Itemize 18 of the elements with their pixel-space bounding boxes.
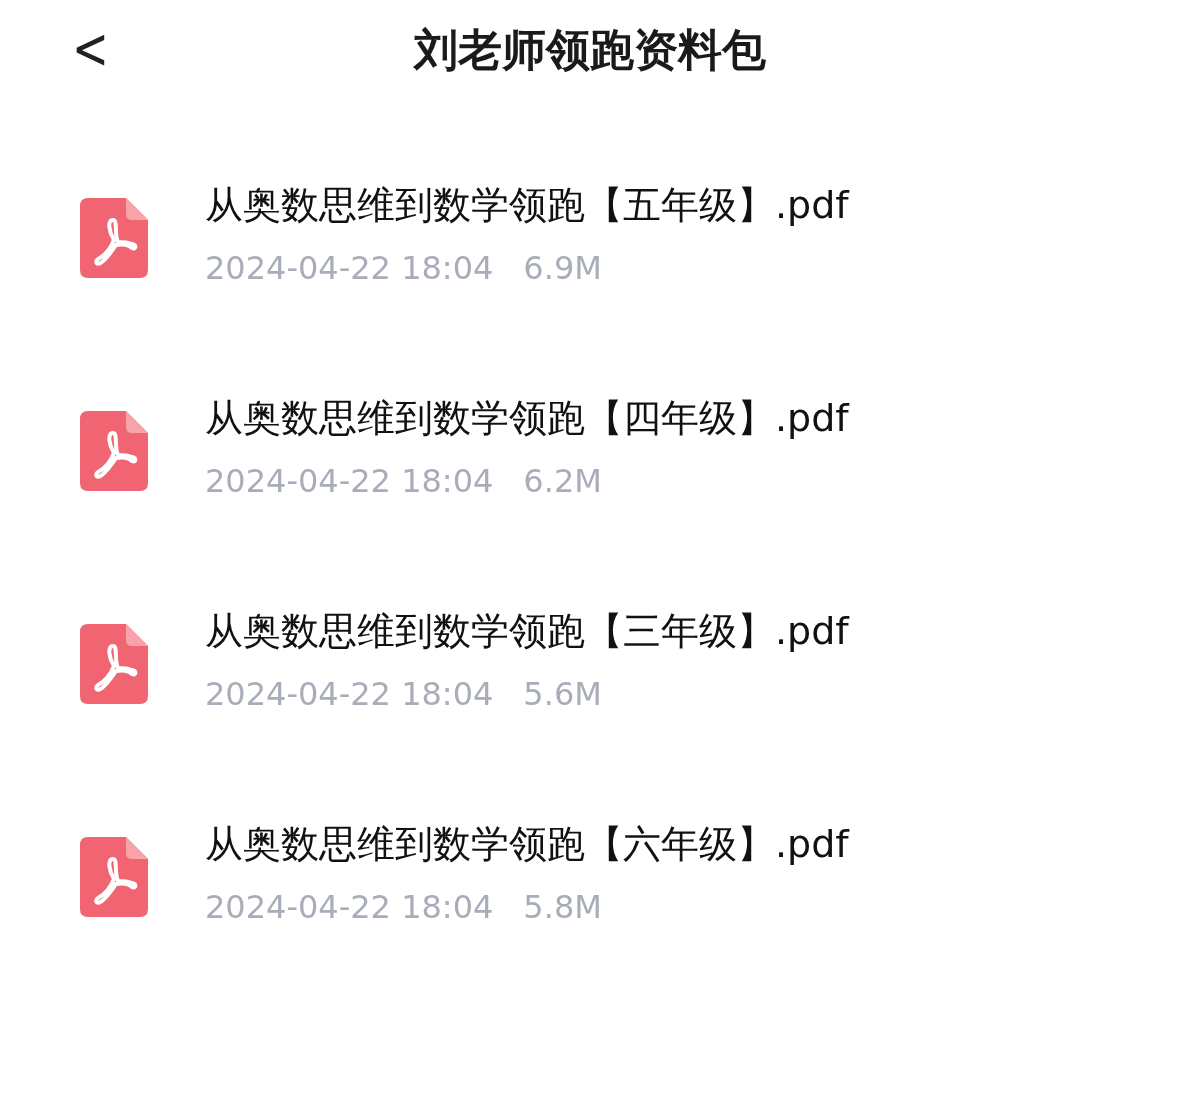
- file-name[interactable]: 从奥数思维到数学领跑【三年级】.pdf: [205, 606, 849, 657]
- file-name[interactable]: 从奥数思维到数学领跑【五年级】.pdf: [205, 180, 849, 231]
- file-name[interactable]: 从奥数思维到数学领跑【四年级】.pdf: [205, 393, 849, 444]
- pdf-file-icon: [80, 197, 148, 278]
- file-size: 6.2M: [523, 462, 602, 500]
- file-name[interactable]: 从奥数思维到数学领跑【六年级】.pdf: [205, 819, 849, 870]
- back-button[interactable]: <: [62, 9, 119, 86]
- file-size: 5.6M: [523, 675, 602, 713]
- file-date: 2024-04-22 18:04: [205, 888, 494, 926]
- file-date: 2024-04-22 18:04: [205, 249, 494, 287]
- file-size: 5.8M: [523, 888, 602, 926]
- page-title: 刘老师领跑资料包: [413, 22, 766, 77]
- pdf-file-icon: [80, 836, 148, 917]
- pdf-file-icon: [80, 410, 148, 491]
- pdf-file-icon: [80, 623, 148, 704]
- file-date: 2024-04-22 18:04: [205, 462, 494, 500]
- file-date: 2024-04-22 18:04: [205, 675, 494, 713]
- file-size: 6.9M: [523, 249, 602, 287]
